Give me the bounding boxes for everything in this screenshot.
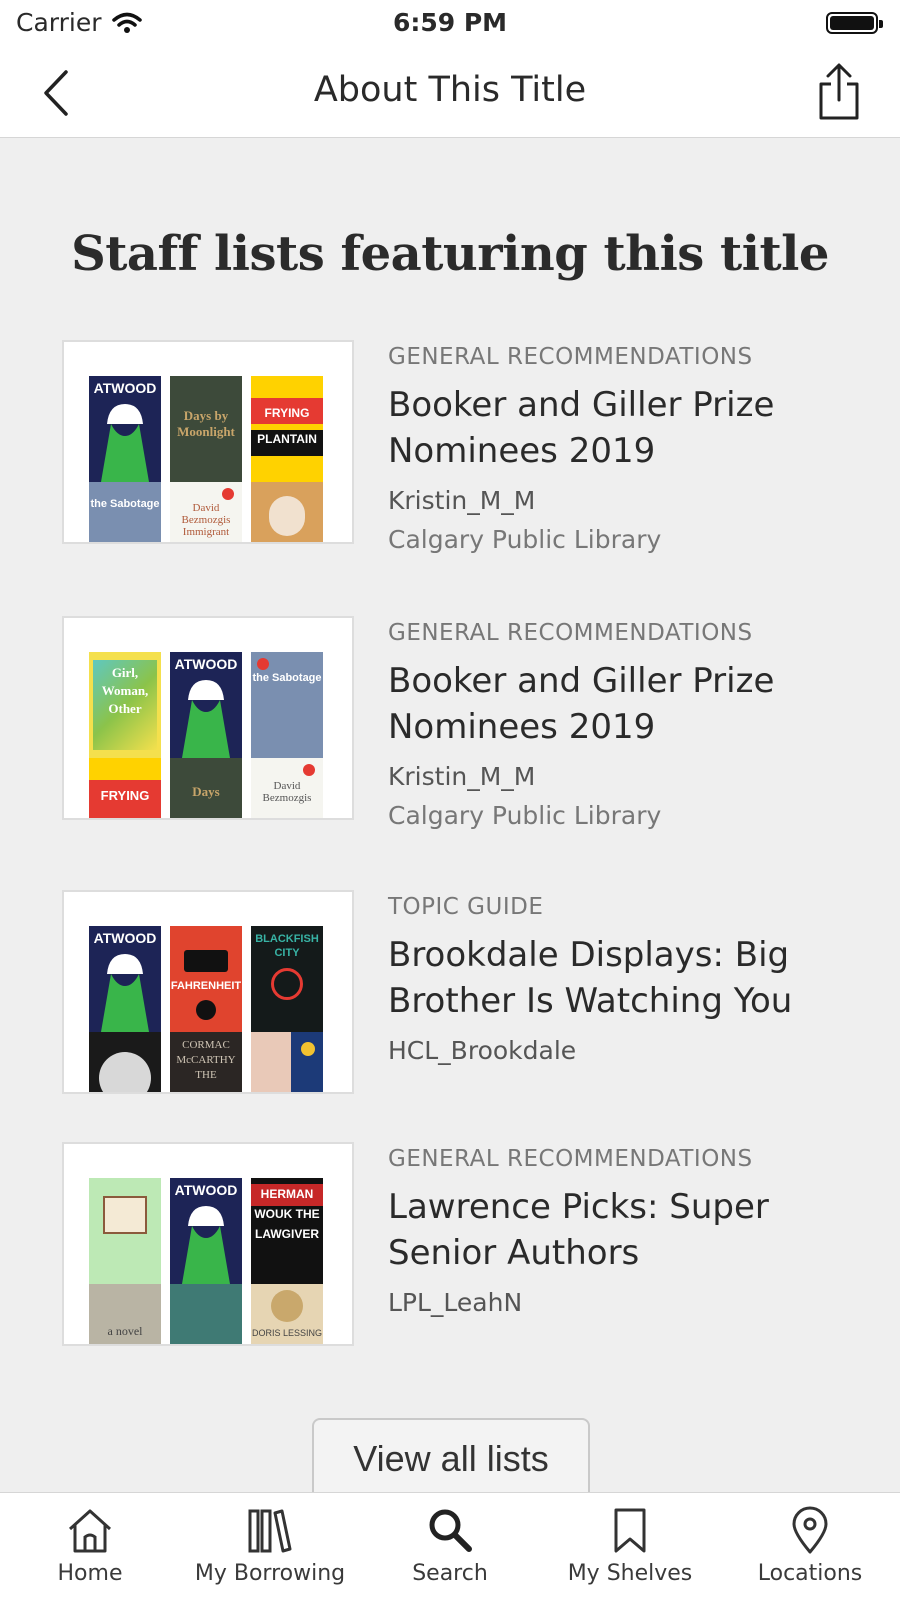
book-cover (89, 1178, 161, 1284)
list-author: Kristin_M_M (388, 486, 536, 515)
book-cover: the Sabotage (89, 482, 161, 542)
tab-label: Home (57, 1561, 123, 1586)
book-cover: ATWOOD (89, 926, 161, 1032)
tab-search[interactable]: Search (360, 1493, 540, 1598)
list-cover-collage: ATWOOD HERMAN WOUK THE LAWGIVER a novel … (62, 1142, 354, 1346)
books-icon (248, 1509, 292, 1553)
list-cover-collage: ATWOOD FAHRENHEIT BLACKFISH CITY CORMAC … (62, 890, 354, 1094)
list-title[interactable]: Lawrence Picks: Super Senior Authors (388, 1184, 848, 1276)
book-cover: BLACKFISH CITY (251, 926, 323, 1032)
tab-bar: Home My Borrowing Search My Shelves Loca… (0, 1492, 900, 1598)
book-cover: Days by Moonlight (170, 376, 242, 482)
book-cover: DORIS LESSING (251, 1284, 323, 1344)
status-time: 6:59 PM (392, 8, 508, 37)
list-category: GENERAL RECOMMENDATIONS (388, 620, 753, 646)
list-title[interactable]: Booker and Giller Prize Nominees 2019 (388, 382, 848, 474)
share-icon (819, 63, 859, 120)
book-cover (89, 1032, 161, 1092)
tab-label: Search (412, 1561, 488, 1586)
book-cover (251, 1032, 323, 1092)
search-icon (429, 1509, 472, 1552)
list-category: GENERAL RECOMMENDATIONS (388, 1146, 753, 1172)
book-cover (170, 1284, 242, 1344)
list-cover-collage: ATWOOD Days by Moonlight FRYING PLANTAIN… (62, 340, 354, 544)
tab-label: Locations (757, 1561, 863, 1586)
book-cover: CORMAC McCARTHY THE (170, 1032, 242, 1092)
list-library: Calgary Public Library (388, 801, 662, 830)
book-cover: FRYING PLANTAIN (251, 376, 323, 482)
book-cover: ATWOOD (170, 652, 242, 758)
home-icon (68, 1509, 112, 1553)
tab-label: My Borrowing (194, 1561, 346, 1586)
book-cover: the Sabotage (251, 652, 323, 758)
list-title[interactable]: Booker and Giller Prize Nominees 2019 (388, 658, 848, 750)
book-cover (251, 482, 323, 542)
list-author: Kristin_M_M (388, 762, 536, 791)
book-cover: David Bezmozgis (251, 758, 323, 818)
tab-home[interactable]: Home (0, 1493, 180, 1598)
page-title: About This Title (313, 70, 587, 110)
status-bar: Carrier 6:59 PM (0, 0, 900, 48)
bookmark-icon (614, 1508, 646, 1553)
book-cover: FRYING (89, 758, 161, 818)
tab-locations[interactable]: Locations (720, 1493, 900, 1598)
battery-icon (826, 12, 883, 34)
book-cover: a novel (89, 1284, 161, 1344)
location-pin-icon (792, 1506, 828, 1554)
book-cover: ATWOOD (89, 376, 161, 482)
book-cover: HERMAN WOUK THE LAWGIVER (251, 1178, 323, 1284)
book-cover: ATWOOD (170, 1178, 242, 1284)
list-library: Calgary Public Library (388, 525, 662, 554)
book-cover: Girl, Woman, Other (89, 652, 161, 758)
section-title: Staff lists featuring this title (71, 226, 829, 282)
list-title[interactable]: Brookdale Displays: Big Brother Is Watch… (388, 932, 848, 1024)
content-area[interactable]: Staff lists featuring this title ATWOOD … (0, 138, 900, 1492)
book-cover: FAHRENHEIT (170, 926, 242, 1032)
list-cover-collage: Girl, Woman, Other ATWOOD the Sabotage F… (62, 616, 354, 820)
list-author: LPL_LeahN (388, 1288, 523, 1317)
tab-my-borrowing[interactable]: My Borrowing (180, 1493, 360, 1598)
share-button[interactable] (814, 62, 864, 122)
navigation-bar: About This Title (0, 48, 900, 138)
tab-label: My Shelves (567, 1561, 693, 1586)
list-category: TOPIC GUIDE (388, 894, 544, 920)
book-cover: Days (170, 758, 242, 818)
book-cover: David Bezmozgis Immigrant (170, 482, 242, 542)
list-category: GENERAL RECOMMENDATIONS (388, 344, 753, 370)
tab-my-shelves[interactable]: My Shelves (540, 1493, 720, 1598)
list-author: HCL_Brookdale (388, 1036, 577, 1065)
view-all-lists-button[interactable]: View all lists (312, 1418, 590, 1502)
